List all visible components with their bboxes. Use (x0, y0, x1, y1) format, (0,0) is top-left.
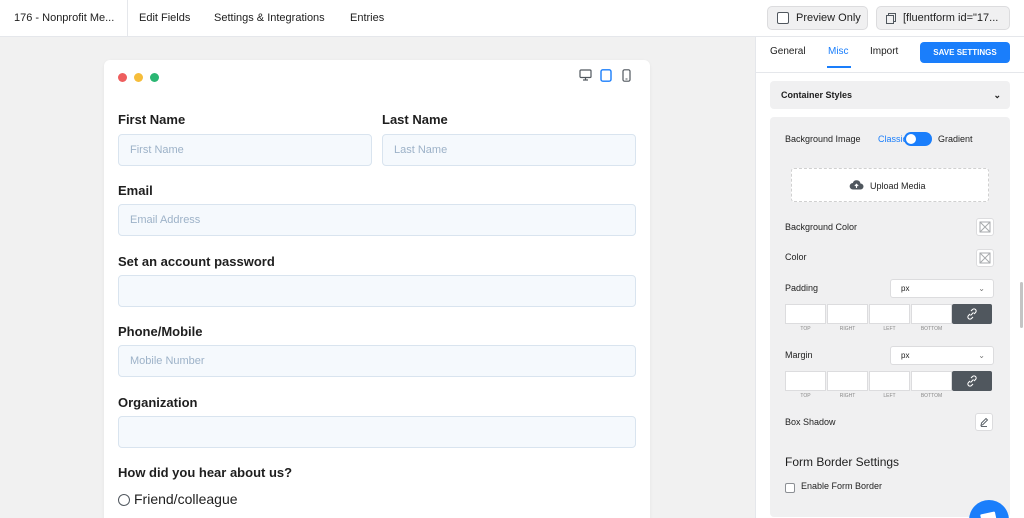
padding-unit-value: px (901, 284, 910, 293)
link-icon (967, 308, 977, 320)
password-label: Set an account password (118, 254, 275, 269)
tab-general[interactable]: General (770, 46, 806, 57)
link-icon (967, 375, 977, 387)
nav-edit-fields[interactable]: Edit Fields (139, 0, 190, 37)
padding-top-input[interactable] (785, 304, 826, 324)
chat-icon (980, 511, 997, 518)
color-picker-icon (979, 252, 991, 264)
active-tab-indicator (827, 66, 851, 68)
radio-option-label: Friend/colleague (134, 491, 238, 507)
shortcode-text: [fluentform id="17... (903, 12, 999, 24)
padding-top-caption: TOP (800, 326, 811, 332)
margin-left-input[interactable] (869, 371, 910, 391)
color-picker-icon (979, 221, 991, 233)
margin-unit-value: px (901, 351, 910, 360)
classic-option[interactable]: Classic (878, 134, 907, 144)
form-preview-card: First Name First Name Last Name Last Nam… (104, 60, 650, 518)
upload-media-label: Upload Media (870, 181, 926, 191)
background-color-picker[interactable] (976, 218, 994, 236)
phone-label: Phone/Mobile (118, 324, 203, 339)
box-shadow-edit-button[interactable] (975, 413, 993, 431)
copy-icon (886, 13, 896, 24)
tablet-icon[interactable] (600, 69, 612, 82)
margin-bottom-input[interactable] (911, 371, 952, 391)
page-scrollbar[interactable] (1020, 282, 1023, 328)
margin-right-input[interactable] (827, 371, 868, 391)
top-bar: 176 - Nonprofit Me... Edit Fields Settin… (0, 0, 1024, 37)
preview-checkbox[interactable] (777, 12, 789, 24)
divider (756, 72, 1024, 73)
enable-form-border-checkbox[interactable] (785, 483, 795, 493)
shortcode-copy-button[interactable]: [fluentform id="17... (876, 6, 1010, 30)
padding-label: Padding (785, 283, 819, 293)
password-input[interactable] (118, 275, 636, 307)
color-picker[interactable] (976, 249, 994, 267)
save-settings-button[interactable]: SAVE SETTINGS (920, 42, 1010, 63)
email-label: Email (118, 183, 153, 198)
last-name-input[interactable]: Last Name (382, 134, 636, 166)
padding-unit-select[interactable]: px ⌄ (890, 279, 994, 298)
organization-input[interactable] (118, 416, 636, 448)
cloud-upload-icon (849, 180, 864, 190)
last-name-label: Last Name (382, 112, 448, 127)
nav-settings-integrations[interactable]: Settings & Integrations (214, 0, 325, 37)
organization-label: Organization (118, 395, 198, 410)
container-styles-header[interactable]: Container Styles ⌄ (770, 81, 1010, 109)
first-name-label: First Name (118, 112, 186, 127)
padding-left-input[interactable] (869, 304, 910, 324)
phone-input[interactable]: Mobile Number (118, 345, 636, 377)
chevron-down-icon: ⌄ (978, 284, 985, 293)
mobile-icon[interactable] (622, 69, 631, 82)
color-label: Color (785, 252, 807, 262)
preview-only-button[interactable]: Preview Only (767, 6, 868, 30)
tab-import[interactable]: Import (870, 46, 898, 57)
preview-only-label: Preview Only (796, 12, 861, 24)
margin-right-caption: RIGHT (839, 393, 856, 399)
section-title: Container Styles (781, 90, 853, 100)
chevron-down-icon: ⌄ (993, 90, 1001, 100)
hear-about-label: How did you hear about us? (118, 465, 293, 480)
form-title[interactable]: 176 - Nonprofit Me... (0, 0, 128, 37)
upload-media-button[interactable]: Upload Media (791, 168, 989, 202)
margin-link-button[interactable] (952, 371, 992, 391)
background-image-label: Background Image (785, 134, 861, 144)
gradient-option[interactable]: Gradient (938, 134, 973, 144)
pencil-icon (980, 417, 989, 427)
first-name-input[interactable]: First Name (118, 134, 372, 166)
margin-label: Margin (785, 350, 813, 360)
window-dot-green (150, 73, 159, 82)
padding-bottom-caption: BOTTOM (920, 326, 943, 332)
box-shadow-label: Box Shadow (785, 417, 836, 427)
enable-form-border-label: Enable Form Border (801, 481, 883, 491)
padding-left-caption: LEFT (883, 326, 896, 332)
padding-link-button[interactable] (952, 304, 992, 324)
help-chat-button[interactable] (969, 500, 1009, 518)
classic-gradient-toggle[interactable] (904, 132, 932, 146)
toggle-knob (906, 134, 916, 144)
margin-top-input[interactable] (785, 371, 826, 391)
background-color-label: Background Color (785, 222, 858, 232)
margin-unit-select[interactable]: px ⌄ (890, 346, 994, 365)
margin-left-caption: LEFT (883, 393, 896, 399)
radio-button[interactable] (118, 494, 130, 506)
margin-top-caption: TOP (800, 393, 811, 399)
desktop-icon[interactable] (579, 69, 592, 81)
window-dot-red (118, 73, 127, 82)
settings-panel: General Misc Import SAVE SETTINGS Contai… (755, 37, 1024, 518)
nav-entries[interactable]: Entries (350, 0, 384, 37)
window-dot-yellow (134, 73, 143, 82)
tab-misc[interactable]: Misc (828, 46, 849, 57)
margin-bottom-caption: BOTTOM (920, 393, 943, 399)
form-border-settings-title: Form Border Settings (785, 455, 900, 469)
padding-right-caption: RIGHT (839, 326, 856, 332)
padding-bottom-input[interactable] (911, 304, 952, 324)
padding-right-input[interactable] (827, 304, 868, 324)
chevron-down-icon: ⌄ (978, 351, 985, 360)
email-input[interactable]: Email Address (118, 204, 636, 236)
